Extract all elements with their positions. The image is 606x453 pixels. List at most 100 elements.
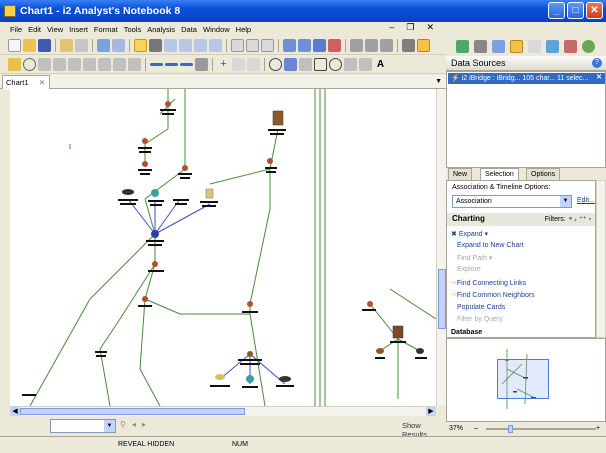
find-input[interactable]: ▼ (50, 419, 116, 433)
align-icon[interactable] (195, 58, 208, 71)
chart-icon[interactable] (492, 39, 505, 53)
edit-link[interactable]: Edit... (577, 197, 595, 204)
grid-view-icon[interactable] (456, 39, 469, 53)
connect-icon[interactable] (232, 58, 245, 71)
save-icon[interactable] (38, 39, 51, 52)
data-source-item[interactable]: ⚡ i2 iBridge : iBridg... 105 char... 11 … (448, 73, 605, 84)
overview-viewport[interactable] (497, 359, 549, 399)
entity-node[interactable] (182, 165, 188, 171)
options-scrollbar[interactable] (596, 180, 606, 338)
list-icon[interactable] (283, 39, 296, 52)
highlight-icon[interactable] (328, 39, 341, 52)
entity-node[interactable] (142, 138, 148, 144)
entity-node[interactable] (142, 296, 148, 302)
entity-node[interactable] (247, 301, 253, 307)
data-sources-icon[interactable] (510, 39, 523, 53)
close-tab-icon[interactable]: ✕ (39, 78, 45, 87)
zoom-slider[interactable] (486, 428, 596, 430)
person-icon[interactable] (284, 58, 297, 71)
analysis-icon[interactable] (417, 39, 430, 52)
filters-control[interactable]: Filters: ⚬₊ ⁺⁺ ▫ (545, 215, 591, 223)
zoom-fit-icon[interactable] (194, 39, 207, 52)
snap-icon[interactable] (261, 39, 274, 52)
vertical-scrollbar[interactable] (436, 89, 446, 406)
filter-icon[interactable] (380, 39, 393, 52)
print-icon[interactable] (60, 39, 73, 52)
new-icon[interactable] (8, 39, 21, 52)
open-icon[interactable] (23, 39, 36, 52)
menu-data[interactable]: Data (181, 25, 197, 34)
chevron-down-icon[interactable]: ▼ (560, 196, 571, 207)
pointer-icon[interactable] (247, 58, 260, 71)
fill-icon[interactable] (344, 58, 357, 71)
mdi-close-icon[interactable]: ✕ (426, 22, 434, 33)
previous-icon[interactable]: ◂ (132, 420, 136, 429)
vehicle-icon[interactable] (122, 189, 134, 195)
rectangle-icon[interactable] (314, 58, 327, 71)
document-icon[interactable] (205, 188, 214, 199)
circle-icon[interactable] (23, 58, 36, 71)
expand-item[interactable]: ✖ Expand ▾ (451, 230, 488, 238)
entity-node[interactable] (267, 158, 273, 164)
phone-icon[interactable] (246, 375, 254, 383)
find-connecting-links-item[interactable]: ⁘Find Connecting Links (451, 279, 526, 287)
help-icon[interactable]: ? (592, 58, 602, 68)
vehicle-icon[interactable] (279, 376, 291, 382)
chart-canvas[interactable] (10, 89, 436, 406)
entity-node[interactable] (152, 261, 158, 267)
menu-analysis[interactable]: Analysis (147, 25, 175, 34)
hash-icon[interactable] (98, 58, 111, 71)
horizontal-scrollbar[interactable]: ◀ ▶ (10, 406, 436, 417)
entity-node-selected[interactable] (151, 230, 159, 238)
filter-icon[interactable] (528, 39, 541, 53)
theme-line-icon[interactable] (53, 58, 66, 71)
menu-window[interactable]: Window (203, 25, 230, 34)
scroll-thumb[interactable] (438, 269, 446, 329)
zoom-slider-handle[interactable] (508, 425, 513, 433)
grid-icon[interactable] (246, 39, 259, 52)
timeline-icon[interactable] (83, 58, 96, 71)
close-button[interactable]: ✕ (586, 2, 603, 19)
network-icon[interactable] (546, 39, 559, 53)
shape-icon[interactable] (329, 58, 342, 71)
find-icon[interactable]: ⚲ (120, 420, 126, 429)
plus-icon[interactable]: + (217, 58, 230, 71)
entity-icon[interactable] (299, 58, 312, 71)
populate-cards-item[interactable]: Populate Cards (457, 304, 505, 311)
globe-icon[interactable] (582, 39, 595, 53)
entity-node[interactable] (142, 161, 148, 167)
scroll-thumb[interactable] (20, 408, 245, 415)
menu-edit[interactable]: Edit (28, 25, 41, 34)
menu-insert[interactable]: Insert (69, 25, 88, 34)
chevron-down-icon[interactable]: ▼ (104, 420, 115, 432)
line-weight-icon[interactable] (180, 63, 193, 66)
find-icon[interactable] (402, 39, 415, 52)
zoom-in-icon[interactable] (164, 39, 177, 52)
box-icon[interactable] (38, 58, 51, 71)
zoom-in-icon[interactable]: + (596, 425, 600, 432)
layout-icon[interactable] (231, 39, 244, 52)
expand-new-chart-item[interactable]: Expand to New Chart (457, 242, 524, 249)
entity-node[interactable] (376, 348, 384, 354)
card-icon[interactable] (313, 39, 326, 52)
chart-icon[interactable] (113, 58, 126, 71)
entity-node[interactable] (416, 348, 424, 354)
line-dash-icon[interactable] (165, 63, 178, 66)
entity-node[interactable] (165, 101, 171, 107)
zoom-out-icon[interactable] (179, 39, 192, 52)
entity-node[interactable] (247, 351, 253, 357)
redo-icon[interactable] (112, 39, 125, 52)
text-box-icon[interactable] (128, 58, 141, 71)
tab-new[interactable]: New (448, 168, 473, 180)
association-select[interactable]: Association ▼ (452, 195, 572, 208)
chart-overview[interactable] (446, 338, 606, 422)
paint-icon[interactable] (8, 58, 21, 71)
undo-icon[interactable] (97, 39, 110, 52)
unhide-icon[interactable] (365, 39, 378, 52)
person-photo-icon[interactable] (272, 110, 284, 126)
select-icon[interactable] (134, 39, 147, 52)
event-frame-icon[interactable] (68, 58, 81, 71)
mdi-minimize-icon[interactable]: ‒ (389, 22, 394, 33)
cut-icon[interactable] (75, 39, 88, 52)
link-tool-icon[interactable] (149, 39, 162, 52)
